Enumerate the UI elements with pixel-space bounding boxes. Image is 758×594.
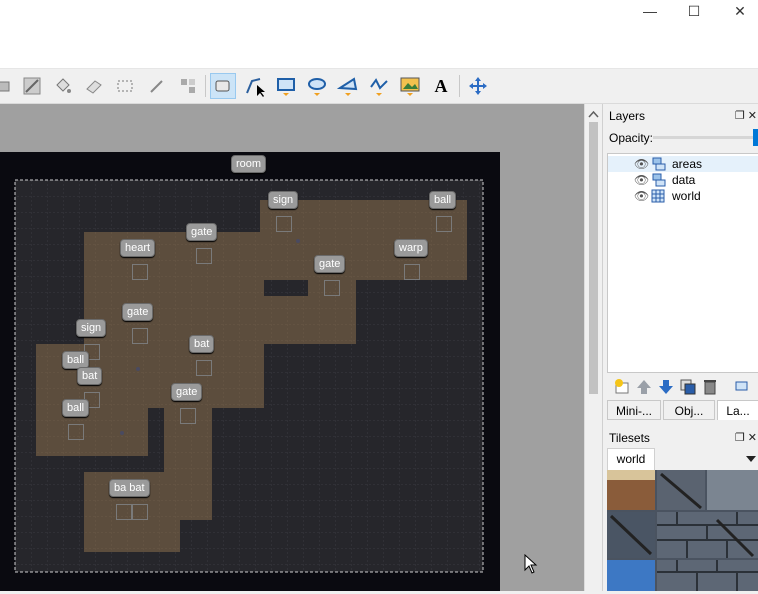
close-panel-icon[interactable]: ✕ [748, 110, 757, 122]
maximize-icon[interactable]: ☐ [682, 2, 706, 20]
tab-minimap[interactable]: Mini-... [607, 400, 661, 420]
object-label-gate[interactable]: gate [171, 383, 203, 401]
move-icon[interactable] [465, 73, 491, 99]
eraser-icon[interactable] [81, 73, 107, 99]
mouse-cursor-icon [524, 554, 538, 574]
object-label-warp[interactable]: warp [394, 239, 428, 257]
edit-polygons-icon[interactable] [242, 73, 268, 99]
insert-polyline-icon[interactable] [366, 73, 392, 99]
raise-layer-icon[interactable] [635, 378, 653, 396]
layer-row-data[interactable]: 👁 data [608, 172, 758, 188]
object-box[interactable] [68, 424, 84, 440]
object-box[interactable] [324, 280, 340, 296]
rectangular-select-icon[interactable] [112, 73, 138, 99]
toggle-other-layers-icon[interactable] [733, 378, 751, 396]
chevron-down-icon[interactable] [745, 454, 757, 464]
tab-layers[interactable]: La... [717, 400, 758, 420]
layer-name: areas [672, 157, 703, 171]
object-box[interactable] [196, 360, 212, 376]
layer-row-areas[interactable]: 👁 areas [608, 156, 758, 172]
object-box[interactable] [404, 264, 420, 280]
object-layer-icon [652, 157, 666, 171]
object-box[interactable] [436, 216, 452, 232]
new-layer-icon[interactable] [613, 378, 631, 396]
object-label-ball[interactable]: ball [429, 191, 457, 209]
tab-objects[interactable]: Obj... [663, 400, 715, 420]
magic-wand-icon[interactable] [144, 73, 170, 99]
minimize-icon[interactable]: — [638, 2, 662, 20]
object-label-heart[interactable]: heart [120, 239, 156, 257]
delete-layer-icon[interactable] [701, 378, 719, 396]
object-layer-icon [652, 173, 666, 187]
object-label-ball[interactable]: ball [62, 399, 90, 417]
object-label-gate[interactable]: gate [122, 303, 154, 321]
insert-text-glyph: A [434, 75, 448, 96]
object-box[interactable] [132, 328, 148, 344]
insert-text-icon[interactable]: A [428, 73, 454, 99]
close-icon[interactable]: ✕ [728, 2, 752, 20]
object-label-room[interactable]: room [231, 155, 267, 173]
object-label-bat[interactable]: bat [77, 367, 103, 385]
main-toolbar: A [0, 69, 758, 104]
layer-list: 👁 areas 👁 data 👁 world [607, 153, 758, 373]
lower-layer-icon[interactable] [657, 378, 675, 396]
tileset-tab-world[interactable]: world [607, 448, 655, 470]
object-label-gate[interactable]: gate [314, 255, 346, 273]
menu-bar [0, 44, 758, 69]
opacity-label: Opacity: [609, 131, 654, 145]
opacity-slider-handle[interactable] [753, 129, 758, 146]
object-label-sign[interactable]: sign [76, 319, 107, 337]
right-dock: Layers ❐ ✕ Opacity: 👁 areas 👁 data 👁 wor… [602, 104, 758, 591]
undock-icon[interactable]: ❐ [735, 432, 745, 444]
object-box[interactable] [196, 248, 212, 264]
object-box[interactable] [276, 216, 292, 232]
insert-tile-icon[interactable] [397, 73, 423, 99]
duplicate-layer-icon[interactable] [679, 378, 697, 396]
visibility-eye-icon[interactable]: 👁 [634, 172, 649, 188]
opacity-slider[interactable] [653, 129, 758, 146]
object-box[interactable] [132, 264, 148, 280]
canvas-vertical-scrollbar[interactable] [584, 104, 602, 591]
scrollbar-thumb[interactable] [589, 122, 598, 394]
object-label-bat[interactable]: bat [189, 335, 215, 353]
object-box[interactable] [132, 504, 148, 520]
insert-polygon-icon[interactable] [335, 73, 361, 99]
bucket-fill-icon[interactable] [50, 73, 76, 99]
insert-ellipse-icon[interactable] [304, 73, 330, 99]
map-canvas[interactable]: room sign ball gate heart warp gate gate… [0, 104, 584, 591]
tileset-view[interactable] [607, 470, 758, 591]
layer-buttons [611, 378, 758, 398]
undock-icon[interactable]: ❐ [735, 110, 745, 122]
layer-name: world [672, 189, 701, 203]
select-same-tile-icon[interactable] [175, 73, 201, 99]
object-box[interactable] [180, 408, 196, 424]
close-panel-icon[interactable]: ✕ [748, 432, 757, 444]
dock-tabs: Mini-... Obj... La... [607, 400, 758, 422]
layers-panel-header: Layers ❐ ✕ [603, 106, 758, 126]
object-box[interactable] [116, 504, 132, 520]
tileset-tab-bar: world [607, 448, 758, 470]
title-bar: — ☐ ✕ [0, 0, 758, 44]
visibility-eye-icon[interactable]: 👁 [634, 188, 649, 204]
tile-layer-icon [651, 189, 665, 203]
tileset-tiles [607, 470, 758, 591]
select-objects-icon[interactable] [210, 73, 236, 99]
object-label-sign[interactable]: sign [268, 191, 299, 209]
tilesets-panel-header: Tilesets ❐ ✕ [603, 428, 758, 448]
layer-name: data [672, 173, 696, 187]
visibility-eye-icon[interactable]: 👁 [634, 156, 649, 172]
object-label-gate[interactable]: gate [186, 223, 218, 241]
terrain-brush-icon[interactable] [19, 73, 45, 99]
layers-panel-title: Layers [609, 109, 646, 123]
object-label-ba-bat[interactable]: ba bat [109, 479, 150, 497]
tilesets-panel-title: Tilesets [609, 431, 650, 445]
insert-rectangle-icon[interactable] [273, 73, 299, 99]
layer-row-world[interactable]: 👁 world [608, 188, 758, 204]
stamp-brush-icon[interactable] [0, 73, 16, 99]
